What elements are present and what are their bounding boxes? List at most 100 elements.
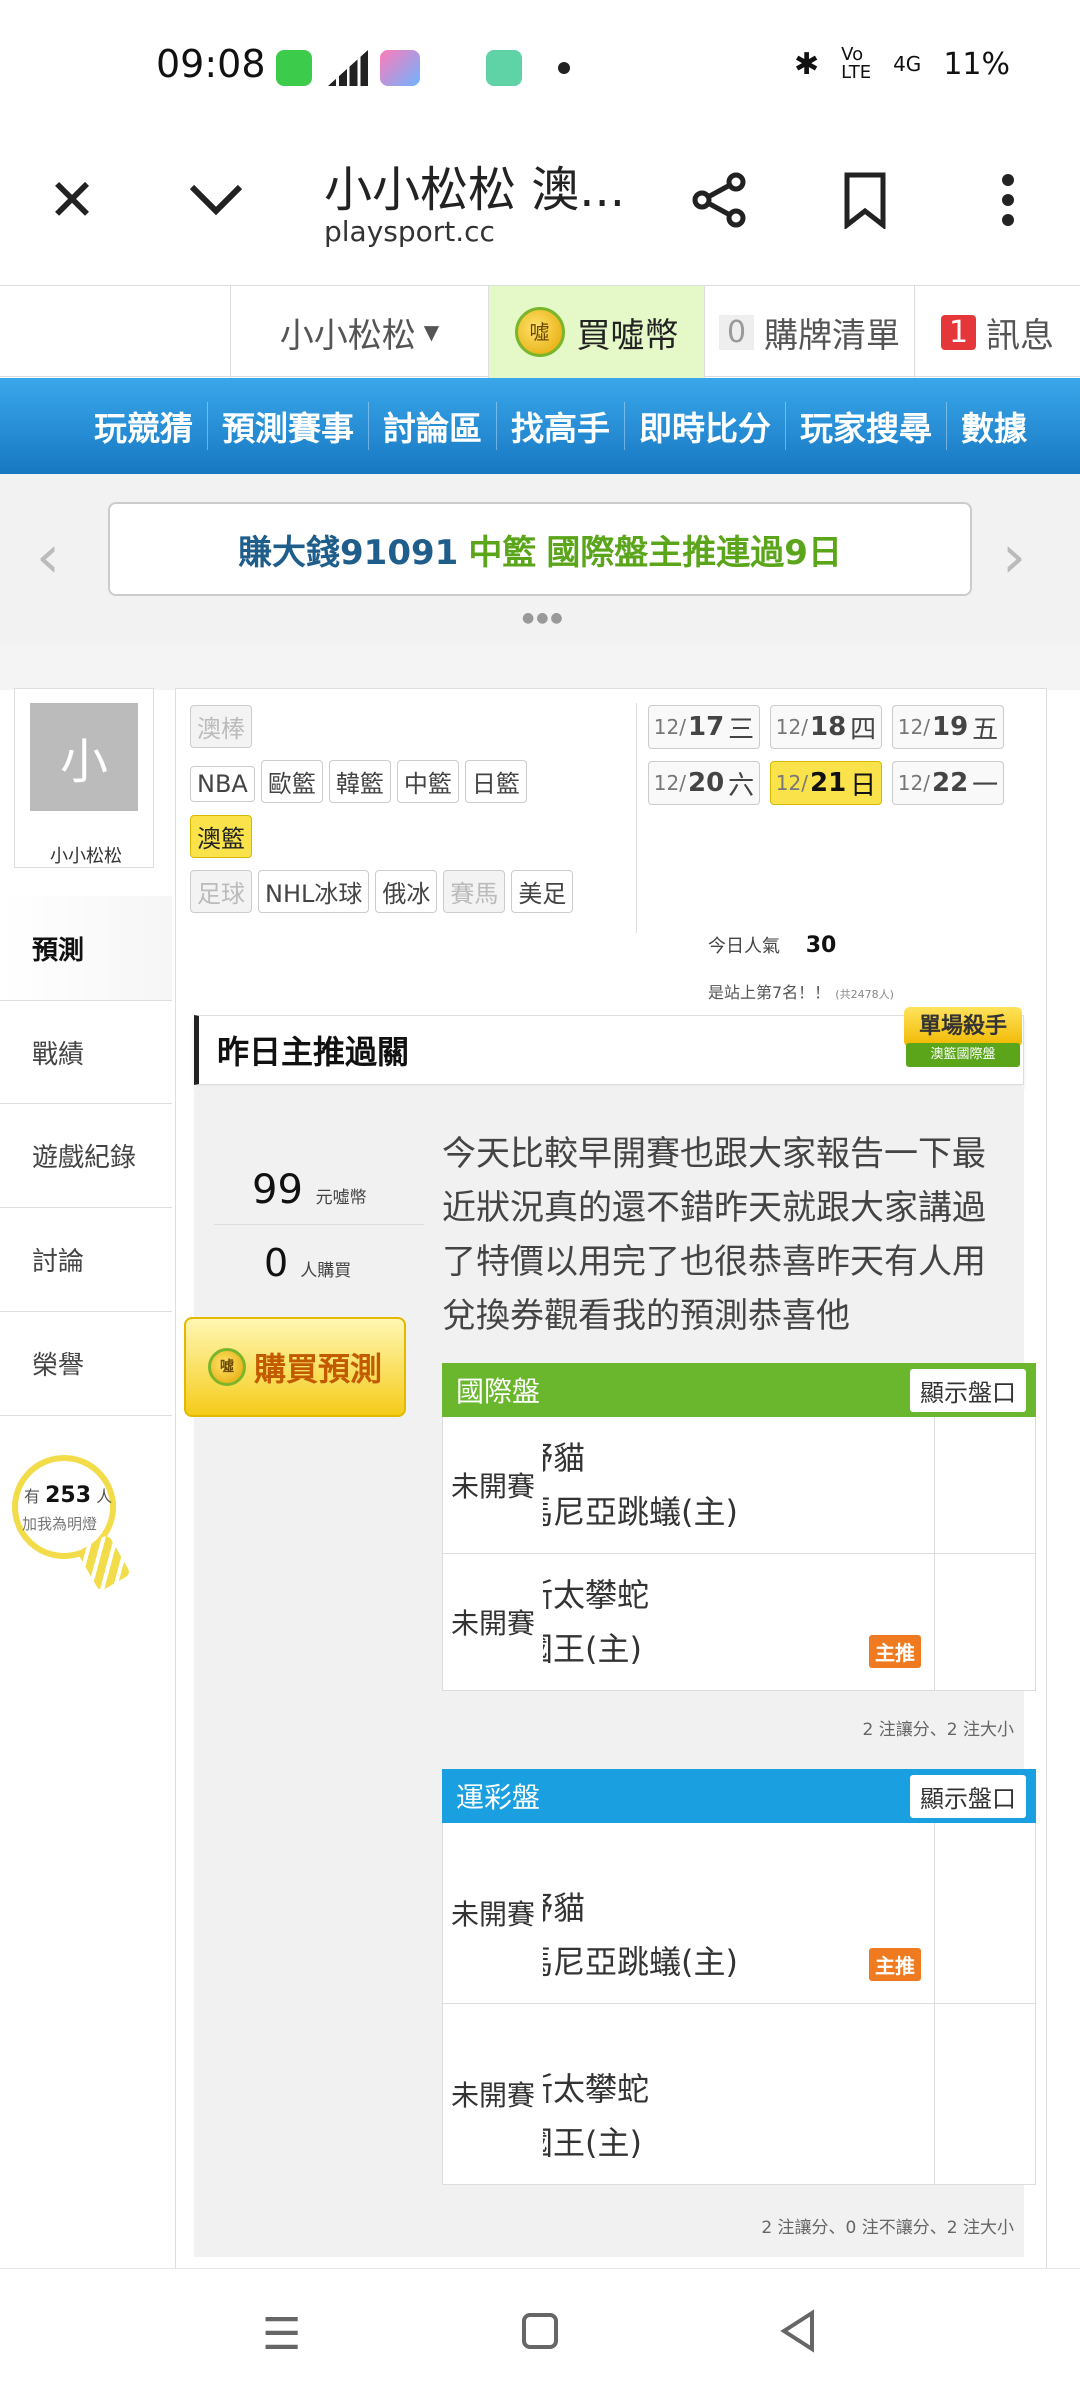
coin-icon: 噓: [514, 307, 565, 357]
back-icon[interactable]: [778, 2309, 818, 2364]
follow-label: 加我為明燈: [22, 1515, 98, 1533]
date-day: 22: [931, 768, 969, 798]
sport-tag[interactable]: 日籃: [464, 760, 527, 803]
sidebar-item-discuss[interactable]: 討論: [0, 1208, 172, 1312]
buy-coin-label: 買噓幣: [576, 315, 679, 356]
date-button[interactable]: 12/17 三: [648, 705, 760, 749]
popularity-value: 30: [805, 933, 837, 958]
badge-title: 單場殺手: [904, 1007, 1022, 1047]
table-header: 運彩盤 顯示盤口: [442, 1769, 1036, 1823]
sidebar-item-honor[interactable]: 榮譽: [0, 1312, 172, 1416]
sport-tag-selected[interactable]: 澳籃: [190, 815, 252, 858]
chevron-left-icon[interactable]: ‹: [36, 522, 60, 592]
avatar-box[interactable]: 小: [14, 688, 154, 868]
bookmark-icon[interactable]: [825, 160, 905, 240]
sport-tag[interactable]: NHL冰球: [258, 870, 370, 913]
intl-odds-table: 國際盤 顯示盤口 伯斯野貓 塔斯馬尼亞跳蟻(主) 未開賽 肯因斯太攀蛇 雪梨國王…: [442, 1363, 1036, 1691]
buy-coin-button[interactable]: 噓 買噓幣: [488, 286, 704, 378]
match-status: 未開賽: [443, 1417, 543, 1553]
app-icon-green: [276, 50, 312, 86]
sport-filter: 澳棒 NBA 歐籃 韓籃 中籃 日籃 澳籃 足球 NHL冰球 俄冰 賽馬 美足: [190, 705, 610, 925]
banner-link[interactable]: 賺大錢91091 中籃 國際盤主推連過9日: [108, 502, 972, 596]
popularity-label: 今日人氣: [708, 936, 780, 957]
avatar: 小: [30, 703, 138, 811]
rank-text: 是站上第7名！！: [708, 983, 831, 1002]
prediction-description: 今天比較早開賽也跟大家報告一下最近狀況真的還不錯昨天就跟大家講過了特價以用完了也…: [442, 1134, 986, 1336]
prediction-panel: 99 元噓幣 0 人購買 噓 購買預測 今天比較早開賽也跟大家報告一下最近狀況真…: [184, 1087, 1036, 2257]
sport-tag: 足球: [190, 870, 252, 913]
main-pick-tag: 主推: [869, 1635, 921, 1668]
sport-tag[interactable]: 美足: [511, 870, 574, 913]
user-menu[interactable]: 小小松松 ▼: [230, 286, 488, 378]
sidebar-item-game-log[interactable]: 遊戲紀錄: [0, 1104, 172, 1208]
table-row: 伯斯野貓 塔斯馬尼亞跳蟻(主) 未開賽: [442, 1417, 1036, 1554]
table-title: 國際盤: [456, 1375, 541, 1408]
chevron-right-icon[interactable]: ›: [1002, 522, 1026, 592]
close-icon[interactable]: ✕: [32, 160, 112, 240]
bluetooth-icon: ✱: [794, 46, 820, 82]
date-weekday: 四: [850, 714, 877, 745]
lottery-odds-table: 運彩盤 顯示盤口 368 伯斯野貓 塔斯馬尼亞跳蟻(主) 主推 未開賽 371 …: [442, 1769, 1036, 2185]
date-weekday: 五: [972, 714, 999, 745]
date-month: 12/: [775, 715, 808, 739]
browser-toolbar: ✕ 小小松松 澳... playsport.cc: [0, 130, 1080, 285]
sport-tag: 澳棒: [190, 705, 252, 748]
nav-item[interactable]: 討論區: [369, 402, 497, 450]
site-rank: 是站上第7名！！ (共2478人): [708, 979, 894, 1003]
sport-tag: 賽馬: [443, 870, 506, 913]
date-button[interactable]: 12/19 五: [892, 705, 1004, 749]
page-url[interactable]: playsport.cc: [324, 215, 495, 248]
cart-link[interactable]: 0 購牌清單: [704, 286, 914, 378]
network-type: 4G: [893, 52, 922, 76]
date-day: 21: [809, 768, 847, 798]
cart-label: 購牌清單: [764, 315, 901, 356]
nav-item[interactable]: 找高手: [497, 402, 625, 450]
date-month: 12/: [653, 715, 686, 739]
match-status: 未開賽: [443, 1554, 543, 1690]
sport-tag[interactable]: NBA: [190, 766, 255, 802]
sport-tag[interactable]: 歐籃: [260, 760, 323, 803]
nav-item[interactable]: 玩家搜尋: [786, 402, 947, 450]
share-icon[interactable]: [680, 160, 760, 240]
sport-tag[interactable]: 中籃: [396, 760, 459, 803]
table-row: 371 肯因斯太攀蛇 雪梨國王(主) 未開賽: [442, 2004, 1036, 2185]
nav-item[interactable]: 即時比分: [625, 402, 786, 450]
nav-item[interactable]: 玩競猜: [80, 402, 208, 450]
more-menu-icon[interactable]: [968, 160, 1048, 240]
sidebar-item-record[interactable]: 戰績: [0, 1000, 172, 1104]
game-app-icon: [380, 50, 420, 86]
sidebar-item-predict[interactable]: 預測: [0, 896, 172, 1000]
divider: [636, 703, 637, 933]
clock: 09:08: [156, 42, 266, 86]
home-icon[interactable]: [520, 2311, 560, 2362]
banner-text-3: 國際盤主推連過9日: [546, 532, 842, 573]
fans-number: 253: [45, 1483, 92, 1508]
site-topbar: 小小松松 ▼ 噓 買噓幣 0 購牌清單 1 訊息: [0, 285, 1080, 378]
date-month: 12/: [653, 771, 686, 795]
chevron-down-icon[interactable]: [176, 160, 256, 240]
nav-item[interactable]: 預測賽事: [208, 402, 369, 450]
date-weekday: 一: [972, 770, 999, 801]
user-name: 小小松松: [279, 315, 416, 356]
sport-tag[interactable]: 俄冰: [375, 870, 438, 913]
sport-tag[interactable]: 韓籃: [328, 760, 391, 803]
divider: [0, 644, 1080, 690]
bet-summary: 2 注讓分、2 注大小: [862, 1720, 1014, 1740]
battery-level: 11%: [943, 46, 1010, 82]
single-game-killer-badge: 單場殺手 澳籃國際盤: [904, 1007, 1022, 1077]
date-button[interactable]: 12/20 六: [648, 761, 760, 805]
message-label: 訊息: [986, 315, 1055, 356]
show-odds-button[interactable]: 顯示盤口: [910, 1774, 1026, 1818]
date-button[interactable]: 12/22 一: [892, 761, 1004, 805]
date-button[interactable]: 12/18 四: [770, 705, 882, 749]
buyers-unit: 人購買: [300, 1261, 352, 1281]
recent-apps-icon[interactable]: ☰: [262, 2309, 301, 2360]
price-unit: 元噓幣: [315, 1188, 367, 1208]
date-button-selected[interactable]: 12/21 日: [770, 761, 882, 805]
fans-suffix: 人: [96, 1487, 113, 1506]
buy-prediction-button[interactable]: 噓 購買預測: [184, 1317, 406, 1417]
nav-item[interactable]: 數據: [947, 402, 1041, 450]
date-weekday: 六: [728, 770, 755, 801]
show-odds-button[interactable]: 顯示盤口: [910, 1368, 1026, 1412]
messages-link[interactable]: 1 訊息: [914, 286, 1080, 378]
